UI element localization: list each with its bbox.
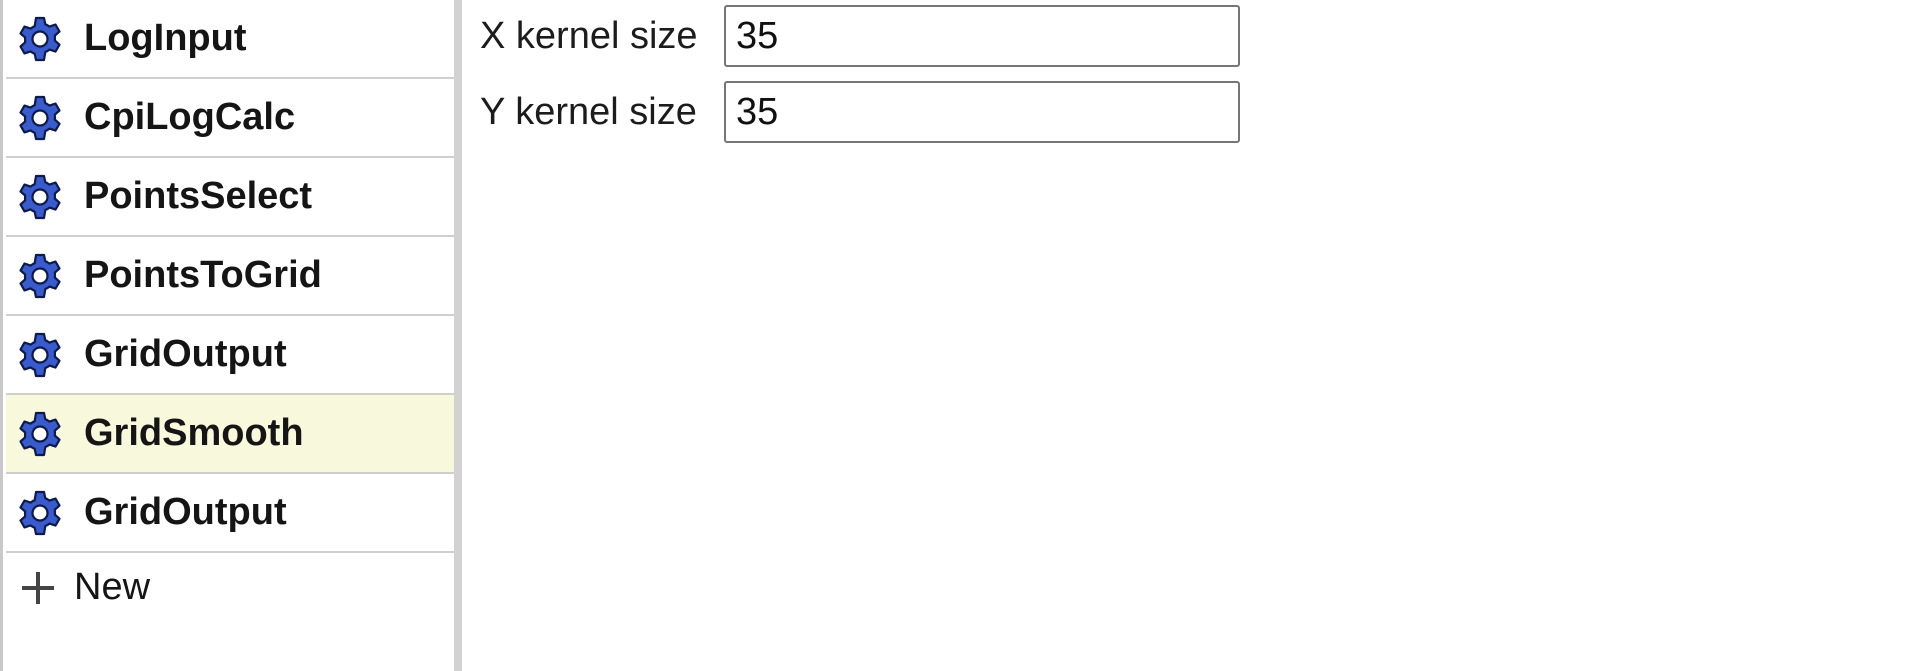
gear-icon — [19, 16, 61, 61]
step-label: GridSmooth — [84, 412, 304, 454]
gear-icon — [19, 95, 61, 140]
app-window: LogInput CpiLogCalc PointsSelect PointsT… — [0, 0, 1920, 671]
y-kernel-label: Y kernel size — [480, 90, 697, 133]
new-step-label: New — [74, 565, 151, 608]
step-item-gridoutput[interactable]: GridOutput — [6, 316, 454, 395]
x-kernel-row: X kernel size — [480, 4, 1240, 68]
gear-icon — [19, 411, 61, 456]
step-item-gridsmooth[interactable]: GridSmooth — [6, 395, 454, 474]
step-item-gridoutput-2[interactable]: GridOutput — [6, 474, 454, 553]
step-label: CpiLogCalc — [84, 96, 296, 138]
y-kernel-row: Y kernel size — [480, 80, 1240, 144]
new-step-button[interactable]: New — [6, 553, 454, 621]
step-item-pointstogrid[interactable]: PointsToGrid — [6, 237, 454, 316]
step-list: LogInput CpiLogCalc PointsSelect PointsT… — [3, 0, 454, 553]
step-parameters-panel: X kernel size Y kernel size — [462, 0, 1920, 671]
x-kernel-label: X kernel size — [480, 14, 698, 57]
gear-icon — [19, 332, 61, 377]
gear-icon — [19, 174, 61, 219]
gear-icon — [19, 490, 61, 535]
step-label: PointsSelect — [84, 175, 313, 217]
step-label: GridOutput — [84, 491, 287, 533]
gear-icon — [19, 253, 61, 298]
plus-icon — [22, 572, 54, 604]
y-kernel-input[interactable] — [724, 81, 1240, 143]
step-item-loginput[interactable]: LogInput — [6, 0, 454, 79]
step-item-cpilogcalc[interactable]: CpiLogCalc — [6, 79, 454, 158]
step-label: GridOutput — [84, 333, 287, 375]
step-label: PointsToGrid — [84, 254, 322, 296]
step-sidebar: LogInput CpiLogCalc PointsSelect PointsT… — [0, 0, 462, 671]
x-kernel-input[interactable] — [724, 5, 1240, 67]
step-item-pointsselect[interactable]: PointsSelect — [6, 158, 454, 237]
step-label: LogInput — [84, 17, 247, 59]
